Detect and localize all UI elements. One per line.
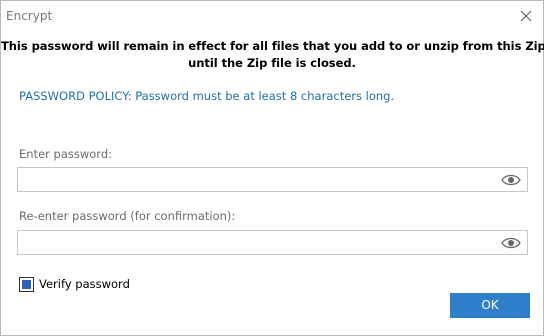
title-bar: Encrypt xyxy=(1,1,543,31)
password-notice: This password will remain in effect for … xyxy=(1,38,544,72)
encrypt-dialog: Encrypt This password will remain in eff… xyxy=(0,0,544,336)
reenter-password-label: Re-enter password (for confirmation): xyxy=(19,209,236,223)
close-icon xyxy=(520,10,532,22)
enter-password-field[interactable] xyxy=(17,167,528,192)
verify-password-checkbox[interactable] xyxy=(19,277,34,292)
eye-icon[interactable] xyxy=(501,236,521,250)
password-policy: PASSWORD POLICY: Password must be at lea… xyxy=(19,89,395,103)
verify-password-label[interactable]: Verify password xyxy=(39,277,130,292)
notice-line-2: until the Zip file is closed. xyxy=(188,56,356,70)
close-button[interactable] xyxy=(509,1,543,31)
window-title: Encrypt xyxy=(6,9,53,23)
checkbox-check-mark xyxy=(22,280,31,289)
reenter-password-field[interactable] xyxy=(17,230,528,255)
reenter-password-input[interactable] xyxy=(22,233,492,252)
enter-password-label: Enter password: xyxy=(19,147,112,161)
eye-icon[interactable] xyxy=(501,173,521,187)
notice-line-1: This password will remain in effect for … xyxy=(1,39,544,53)
enter-password-input[interactable] xyxy=(22,170,492,189)
ok-button[interactable]: OK xyxy=(450,293,530,318)
